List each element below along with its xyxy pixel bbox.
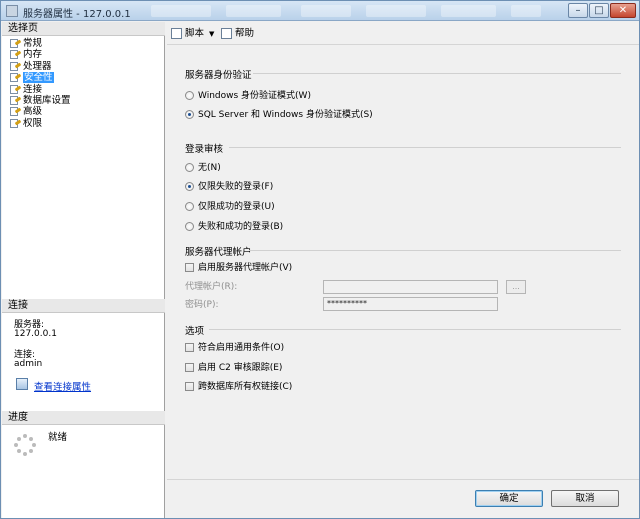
ok-button[interactable]: 确定 <box>475 490 543 507</box>
proxy-group-title: 服务器代理帐户 <box>185 247 252 258</box>
select-page-header: 选择页 <box>2 22 165 36</box>
page-wrench-icon <box>9 95 22 105</box>
app-icon <box>6 5 18 17</box>
page-wrench-icon <box>9 50 22 60</box>
page-item-general[interactable]: 常规 <box>8 38 71 49</box>
connection-properties-icon <box>16 378 28 390</box>
script-button[interactable]: 脚本 ▼ <box>171 27 217 41</box>
options-group-title: 选项 <box>185 326 205 337</box>
divider <box>249 250 621 251</box>
background-tab <box>366 5 426 17</box>
page-list: 常规 内存 处理器 安全性 连接 数据库设置 高级 权限 <box>8 38 71 129</box>
dialog-button-bar: 确定 取消 <box>167 479 639 518</box>
radio-button <box>185 202 194 211</box>
auth-group-title: 服务器身份验证 <box>185 70 252 81</box>
divider <box>229 147 621 148</box>
chevron-down-icon: ▼ <box>209 30 215 38</box>
page-item-processors[interactable]: 处理器 <box>8 61 71 72</box>
page-wrench-icon <box>9 73 22 83</box>
page-item-security[interactable]: 安全性 <box>8 72 71 84</box>
connection-header: 连接 <box>2 299 165 313</box>
page-wrench-icon <box>9 84 22 94</box>
progress-spinner-icon <box>14 434 36 456</box>
browse-proxy-button[interactable]: ... <box>506 280 526 294</box>
page-wrench-icon <box>9 107 22 117</box>
help-button[interactable]: 帮助 <box>221 27 261 41</box>
progress-status: 就绪 <box>48 432 68 443</box>
radio-button <box>185 163 194 172</box>
server-value: 127.0.0.1 <box>14 329 57 339</box>
toolbar: 脚本 ▼ 帮助 <box>167 23 639 45</box>
page-item-permissions[interactable]: 权限 <box>8 118 71 129</box>
radio-button <box>185 91 194 100</box>
page-item-memory[interactable]: 内存 <box>8 49 71 60</box>
close-button[interactable]: ✕ <box>610 3 636 18</box>
left-pane: 选择页 常规 内存 处理器 安全性 连接 数据库设置 高级 权限 连接 服务器:… <box>2 22 165 518</box>
minimize-button[interactable]: – <box>568 3 588 18</box>
connection-value: admin <box>14 359 43 369</box>
maximize-button[interactable]: □ <box>589 3 609 18</box>
proxy-account-field[interactable] <box>323 280 498 294</box>
page-item-advanced[interactable]: 高级 <box>8 106 71 117</box>
background-tab <box>301 5 351 17</box>
checkbox <box>185 363 194 372</box>
proxy-password-field[interactable]: ********** <box>323 297 498 311</box>
background-tab <box>151 5 211 17</box>
audit-group-title: 登录审核 <box>185 144 224 155</box>
progress-header: 进度 <box>2 411 165 425</box>
page-wrench-icon <box>9 39 22 48</box>
divider <box>209 329 621 330</box>
security-page: 服务器身份验证 Windows 身份验证模式(W) SQL Server 和 W… <box>167 46 639 478</box>
background-tab <box>226 5 281 17</box>
background-tab <box>511 5 541 17</box>
page-item-database-settings[interactable]: 数据库设置 <box>8 95 71 106</box>
radio-button <box>185 222 194 231</box>
page-wrench-icon <box>9 61 22 71</box>
page-item-connections[interactable]: 连接 <box>8 84 71 95</box>
title-bar: 服务器属性 - 127.0.0.1 – □ ✕ <box>1 1 639 21</box>
radio-button <box>185 110 194 119</box>
proxy-password-label: 密码(P): <box>185 300 219 310</box>
help-icon <box>221 28 232 39</box>
background-taskbar-tabs <box>141 4 561 18</box>
script-icon <box>171 28 182 39</box>
divider <box>253 73 621 74</box>
server-properties-dialog: 服务器属性 - 127.0.0.1 – □ ✕ 选择页 常规 内存 处理器 安全… <box>0 0 640 519</box>
page-wrench-icon <box>9 118 22 128</box>
background-tab <box>441 5 496 17</box>
checkbox <box>185 263 194 272</box>
checkbox <box>185 343 194 352</box>
window-title: 服务器属性 - 127.0.0.1 <box>23 9 131 20</box>
cancel-button[interactable]: 取消 <box>551 490 619 507</box>
radio-button <box>185 182 194 191</box>
proxy-account-label: 代理帐户(R): <box>185 282 238 292</box>
checkbox <box>185 382 194 391</box>
